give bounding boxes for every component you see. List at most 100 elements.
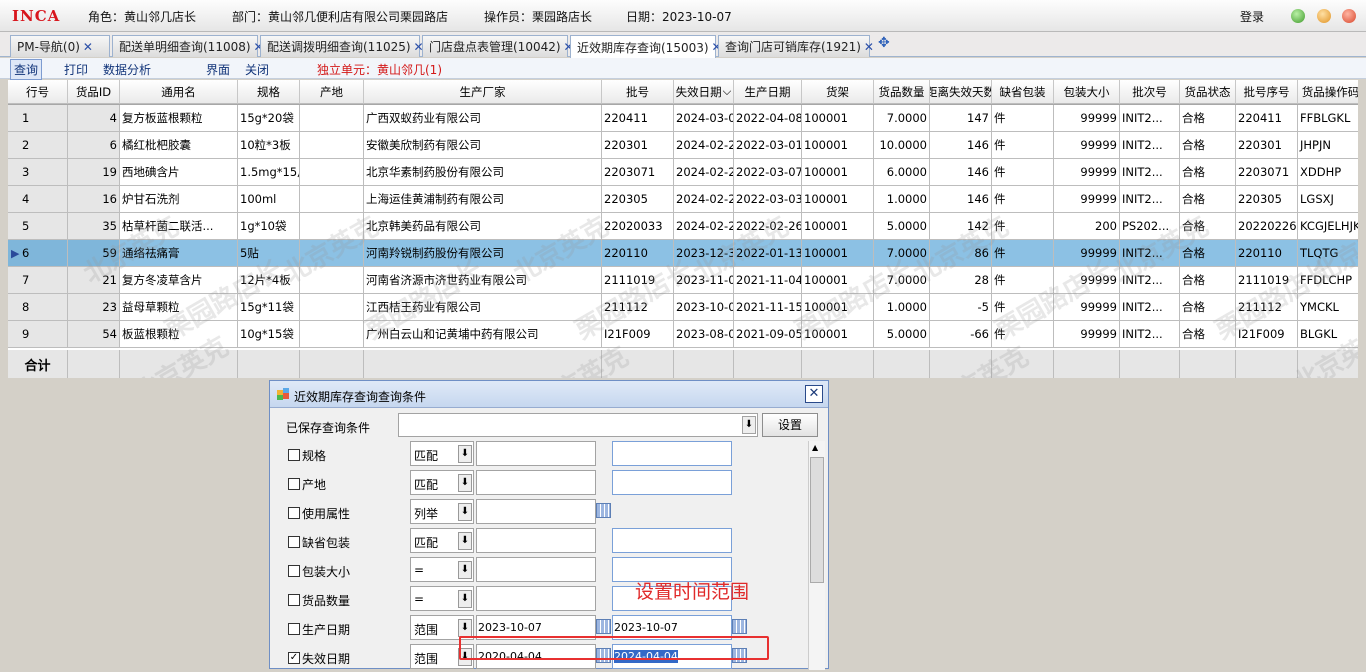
table-cell: 复方板蓝根颗粒 (120, 105, 238, 132)
condition-value-from[interactable] (476, 557, 596, 582)
saved-conditions-select[interactable]: ⬇ (398, 413, 758, 437)
close-window-icon[interactable] (1342, 9, 1356, 23)
minimize-icon[interactable] (1291, 9, 1305, 23)
table-row[interactable]: 1 4 复方板蓝根颗粒 15g*20袋 广西双蚁药业有限公司 220411 2024-03-… (8, 105, 1358, 132)
column-header[interactable]: 距离失效天数 (930, 80, 992, 104)
tab-inventory-count[interactable]: 门店盘点表管理(10042) ✕ (422, 35, 574, 57)
operator-select[interactable]: 列举 ⬇ (410, 499, 474, 524)
login-link[interactable]: 登录 (1240, 8, 1264, 25)
chevron-down-icon[interactable]: ⬇ (742, 416, 756, 434)
chevron-down-icon[interactable]: ⬇ (458, 445, 472, 463)
table-row[interactable]: 7 21 复方冬凌草含片 12片*4板 河南省济源市济世药业有限公司 2111019 202… (8, 267, 1358, 294)
tab-transfer-detail[interactable]: 配送调拨明细查询(11025) ✕ (260, 35, 424, 57)
condition-value-from[interactable] (476, 441, 596, 466)
tab-pm-nav[interactable]: PM-导航(0) ✕ (10, 35, 110, 57)
print-button[interactable]: 打印 (64, 61, 88, 78)
tab-delivery-detail[interactable]: 配送单明细查询(11008) ✕ (112, 35, 264, 57)
chevron-down-icon[interactable]: ⬇ (458, 619, 472, 637)
operator-select[interactable]: 匹配 ⬇ (410, 470, 474, 495)
calendar-icon[interactable] (596, 503, 611, 518)
chevron-down-icon[interactable]: ⬇ (458, 561, 472, 579)
column-header[interactable]: 货架 (802, 80, 874, 104)
tab-near-expiry-stock[interactable]: 近效期库存查询(15003) ✕ (570, 35, 722, 58)
condition-value-from[interactable] (476, 470, 596, 495)
column-header[interactable]: 货品数量 (874, 80, 930, 104)
close-button[interactable]: 关闭 (245, 61, 269, 78)
table-row[interactable]: 319西地碘含片1.5mg*15片北京华素制药股份有限公司22030712024… (8, 159, 1358, 186)
stock-grid: 行号货品ID通用名规格产地生产厂家批号失效日期⌵生产日期货架货品数量距离失效天数… (8, 80, 1358, 378)
column-header[interactable]: 批号 (602, 80, 674, 104)
column-header[interactable]: 包装大小 (1054, 80, 1120, 104)
table-row[interactable]: 659通络祛痛膏5贴河南羚锐制药股份有限公司2201102023-12-3120… (8, 240, 1358, 267)
column-header[interactable]: 批次号 (1120, 80, 1180, 104)
operator-select[interactable]: 匹配 ⬇ (410, 528, 474, 553)
scroll-thumb[interactable] (810, 457, 824, 583)
table-cell: 220411 (1236, 105, 1298, 132)
column-header[interactable]: 失效日期 ⌵ (674, 80, 734, 104)
settings-button[interactable]: 设置 (762, 413, 818, 437)
table-cell: 147 (930, 105, 992, 132)
column-header[interactable]: 行号 (8, 80, 68, 104)
table-row[interactable]: 26橘红枇杷胶囊10粒*3板安徽美欣制药有限公司2203012024-02-29… (8, 132, 1358, 159)
condition-checkbox[interactable] (288, 623, 300, 635)
dialog-close-icon[interactable]: ✕ (805, 385, 823, 403)
condition-value-to[interactable] (612, 470, 732, 495)
column-header[interactable]: 批号序号 (1236, 80, 1298, 104)
condition-checkbox[interactable] (288, 478, 300, 490)
chevron-down-icon[interactable]: ⬇ (458, 532, 472, 550)
dialog-title: 近效期库存查询查询条件 (294, 390, 427, 404)
condition-value-from[interactable] (476, 499, 596, 524)
table-row[interactable]: 9 54 板蓝根颗粒 10g*15袋 广州白云山和记黄埔中药有限公司 I21F009 202… (8, 321, 1358, 348)
chevron-down-icon[interactable]: ⬇ (458, 474, 472, 492)
table-cell: 2022-03-01 (734, 132, 802, 159)
condition-value-to[interactable] (612, 441, 732, 466)
add-tab-icon[interactable]: ✥ (878, 35, 890, 51)
column-header[interactable]: 生产日期 (734, 80, 802, 104)
tab-label: PM-导航(0) (17, 40, 80, 54)
column-header[interactable]: 规格 (238, 80, 300, 104)
condition-checkbox[interactable] (288, 536, 300, 548)
column-header[interactable]: 货品操作码 (1298, 80, 1358, 104)
table-cell: INIT2... (1120, 186, 1180, 213)
condition-value-from[interactable] (476, 528, 596, 553)
calendar-icon[interactable] (596, 619, 611, 634)
maximize-icon[interactable] (1317, 9, 1331, 23)
tab-sellable-stock[interactable]: 查询门店可销库存(1921) ✕ (718, 35, 874, 57)
sum-cell (874, 350, 930, 378)
table-cell (300, 321, 364, 348)
close-icon[interactable]: ✕ (864, 40, 874, 54)
column-header[interactable]: 缺省包装 (992, 80, 1054, 104)
condition-checkbox[interactable]: ✓ (288, 652, 300, 664)
ui-button[interactable]: 界面 (206, 61, 230, 78)
sort-desc-icon[interactable]: ⌵ (723, 84, 732, 99)
table-cell: 1.5mg*15片 (238, 159, 300, 186)
table-cell: 合格 (1180, 159, 1236, 186)
query-button[interactable]: 查询 (10, 59, 43, 80)
close-icon[interactable]: ✕ (83, 40, 93, 54)
column-header[interactable]: 产地 (300, 80, 364, 104)
scroll-up-icon[interactable]: ▲ (812, 443, 818, 452)
column-header[interactable]: 生产厂家 (364, 80, 602, 104)
condition-value-to[interactable] (612, 528, 732, 553)
condition-checkbox[interactable] (288, 507, 300, 519)
condition-checkbox[interactable] (288, 565, 300, 577)
table-row[interactable]: 4 16 炉甘石洗剂 100ml 上海运佳黄浦制药有限公司 220305 2024-02- 2… (8, 186, 1358, 213)
operator-select[interactable]: = ⬇ (410, 586, 474, 611)
operator-select[interactable]: 匹配 ⬇ (410, 441, 474, 466)
condition-value-from[interactable] (476, 586, 596, 611)
condition-checkbox[interactable] (288, 594, 300, 606)
table-row[interactable]: 823益母草颗粒15g*11袋江西桔王药业有限公司2111122023-10-0… (8, 294, 1358, 321)
table-cell: 146 (930, 159, 992, 186)
table-cell: JHPJN (1298, 132, 1358, 159)
table-row[interactable]: 5 35 枯草杆菌二联活... 1g*10袋 北京韩美药品有限公司 22020033 202… (8, 213, 1358, 240)
column-header[interactable]: 货品ID (68, 80, 120, 104)
column-header[interactable]: 通用名 (120, 80, 238, 104)
chevron-down-icon[interactable]: ⬇ (458, 503, 472, 521)
column-header[interactable]: 货品状态 (1180, 80, 1236, 104)
dialog-scrollbar[interactable]: ▲ (808, 441, 825, 670)
chevron-down-icon[interactable]: ⬇ (458, 590, 472, 608)
condition-checkbox[interactable] (288, 449, 300, 461)
calendar-icon[interactable] (732, 619, 747, 634)
operator-select[interactable]: = ⬇ (410, 557, 474, 582)
data-analysis-button[interactable]: 数据分析 (103, 61, 151, 78)
